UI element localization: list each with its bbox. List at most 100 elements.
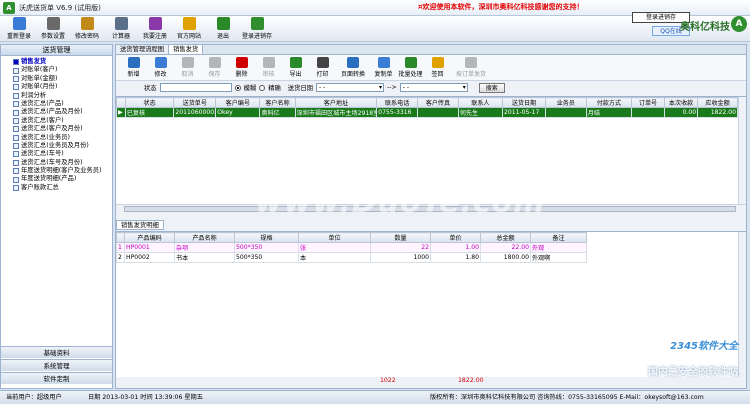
table-cell[interactable]: 22 <box>370 242 431 253</box>
sidebar-item-14[interactable]: 年度送货明细(产品) <box>3 175 112 183</box>
column-header[interactable]: 送货单号 <box>173 97 217 108</box>
table-cell[interactable]: 1.80 <box>430 252 481 263</box>
action-button-9[interactable]: 复制单 <box>370 55 397 78</box>
action-button-8[interactable]: 页面转换 <box>336 55 370 78</box>
table-cell[interactable]: 外观 <box>530 242 587 253</box>
table-cell[interactable]: HP0002 <box>124 252 175 263</box>
action-button-10[interactable]: 批量处理 <box>397 55 424 78</box>
action-button-0[interactable]: 新增 <box>120 55 147 78</box>
table-cell[interactable]: 20110600002 <box>173 107 217 118</box>
table-cell[interactable]: 奥科亿 <box>259 107 296 118</box>
sidebar-basic-data[interactable]: 基础资料 <box>1 346 112 358</box>
sidebar-item-0[interactable]: 销售发货 <box>3 58 112 66</box>
table-cell[interactable]: 0.00 <box>664 107 699 118</box>
toolbar-button-4[interactable]: 我要注册 <box>138 16 172 42</box>
table-cell[interactable]: 1800.00 <box>480 252 531 263</box>
toolbar-button-0[interactable]: 重新登录 <box>2 16 36 42</box>
column-header[interactable]: 产品名称 <box>174 232 235 243</box>
sidebar-item-12[interactable]: 送货汇总(车号及月份) <box>3 159 112 167</box>
table-cell[interactable]: 0755-3316 <box>376 107 419 118</box>
tab-flowchart[interactable]: 送货管理流程图 <box>116 45 170 54</box>
fuzzy-radio[interactable] <box>234 84 241 91</box>
sidebar-item-11[interactable]: 送货汇总(车号) <box>3 150 112 158</box>
sidebar-item-2[interactable]: 对账单(金额) <box>3 75 112 83</box>
table-cell[interactable]: 外观啊 <box>530 252 587 263</box>
date-from-select[interactable]: - - <box>315 83 384 92</box>
column-header[interactable]: 规格 <box>234 232 299 243</box>
sidebar-item-1[interactable]: 对账单(客户) <box>3 66 112 74</box>
action-button-5[interactable]: 审核 <box>255 55 282 78</box>
table-cell[interactable]: HP0001 <box>124 242 175 253</box>
table-cell[interactable]: Okey <box>215 107 261 118</box>
sidebar-item-3[interactable]: 对账单(月份) <box>3 83 112 91</box>
action-button-1[interactable]: 修改 <box>147 55 174 78</box>
sidebar-item-8[interactable]: 送货汇总(客户及月份) <box>3 125 112 133</box>
table-cell[interactable]: 深圳市福田区城市主场2918室 <box>294 107 378 118</box>
date-to-select[interactable]: - - <box>399 83 468 92</box>
column-header[interactable]: 客户地址 <box>294 97 378 108</box>
action-button-12[interactable]: 按订单发货 <box>451 55 491 78</box>
search-button[interactable]: 搜索 <box>478 82 505 93</box>
sidebar-software-custom[interactable]: 软件定制 <box>1 372 112 384</box>
action-button-4[interactable]: 删除 <box>228 55 255 78</box>
table-cell[interactable] <box>544 107 587 118</box>
detail-row[interactable]: 1 HP0001 杂项 500*350 张 22 1.00 22.00 外观 <box>116 242 587 253</box>
column-header[interactable]: 付款方式 <box>585 97 632 108</box>
table-cell[interactable]: 500*350 <box>234 242 299 253</box>
tab-delivery-detail[interactable]: 销售发货明细 <box>116 220 164 230</box>
column-header[interactable]: 联系电话 <box>376 97 419 108</box>
table-cell[interactable]: 杂项 <box>174 242 235 253</box>
column-header[interactable]: 单价 <box>430 232 481 243</box>
detail-row[interactable]: 2 HP0002 书本 500*350 本 1000 1.80 1800.00 外观啊 <box>116 252 587 263</box>
toolbar-button-3[interactable]: 计算器 <box>104 16 138 42</box>
toolbar-button-5[interactable]: 官方网站 <box>172 16 206 42</box>
toolbar-button-7[interactable]: 登录进销存 <box>240 16 274 42</box>
sidebar-item-9[interactable]: 送货汇总(业务员) <box>3 134 112 142</box>
delivery-grid-vscroll[interactable] <box>738 97 746 204</box>
table-cell[interactable]: 何先生 <box>457 107 503 118</box>
table-cell[interactable]: 2011-05-17 <box>501 107 546 118</box>
toolbar-button-6[interactable]: 退出 <box>206 16 240 42</box>
action-button-7[interactable]: 打印 <box>309 55 336 78</box>
table-cell[interactable]: 500*350 <box>234 252 299 263</box>
tab-sales-delivery[interactable]: 销售发货 <box>169 45 204 54</box>
column-header[interactable]: 客户传真 <box>417 97 459 108</box>
column-header[interactable]: 状态 <box>124 97 175 108</box>
column-header[interactable]: 单位 <box>298 232 371 243</box>
table-row[interactable]: ▶ 已复核 20110600002 Okey 奥科亿 深圳市福田区城市主场2918室 075… <box>116 107 738 118</box>
toolbar-button-1[interactable]: 参数设置 <box>36 16 70 42</box>
table-cell[interactable]: 张 <box>298 242 371 253</box>
table-cell[interactable]: 本 <box>298 252 371 263</box>
sidebar-item-4[interactable]: 利润分析 <box>3 92 112 100</box>
table-cell[interactable]: 已复核 <box>124 107 175 118</box>
toolbar-button-2[interactable]: 修改密码 <box>70 16 104 42</box>
column-header[interactable]: 备注 <box>530 232 587 243</box>
action-button-2[interactable]: 取消 <box>174 55 201 78</box>
column-header[interactable]: 本次收款 <box>664 97 699 108</box>
column-header[interactable]: 数量 <box>370 232 431 243</box>
column-header[interactable]: 客户名称 <box>259 97 296 108</box>
table-cell[interactable] <box>630 107 666 118</box>
column-header[interactable]: 联系人 <box>457 97 503 108</box>
column-header[interactable]: 订单号 <box>630 97 666 108</box>
column-header[interactable]: 业务员 <box>544 97 587 108</box>
table-cell[interactable] <box>417 107 459 118</box>
column-header[interactable]: 总金额 <box>480 232 531 243</box>
action-button-3[interactable]: 保存 <box>201 55 228 78</box>
sidebar-item-7[interactable]: 送货汇总(客户) <box>3 117 112 125</box>
exact-radio[interactable] <box>259 84 266 91</box>
action-button-11[interactable]: 签回 <box>424 55 451 78</box>
column-header[interactable]: 送货日期 <box>501 97 546 108</box>
column-header[interactable]: 产品编码 <box>124 232 175 243</box>
column-header[interactable]: 应收金额 <box>697 97 738 108</box>
sidebar-system-management[interactable]: 系统管理 <box>1 359 112 371</box>
sidebar-item-15[interactable]: 客户账款汇总 <box>3 184 112 192</box>
table-cell[interactable]: 1822.00 <box>697 107 738 118</box>
table-cell[interactable]: 月结 <box>585 107 632 118</box>
table-cell[interactable]: 书本 <box>174 252 235 263</box>
table-cell[interactable]: 1.00 <box>430 242 481 253</box>
table-cell[interactable]: 1000 <box>370 252 431 263</box>
status-input[interactable] <box>159 83 232 92</box>
sidebar-item-6[interactable]: 送货汇总(产品及月份) <box>3 108 112 116</box>
action-button-6[interactable]: 导出 <box>282 55 309 78</box>
